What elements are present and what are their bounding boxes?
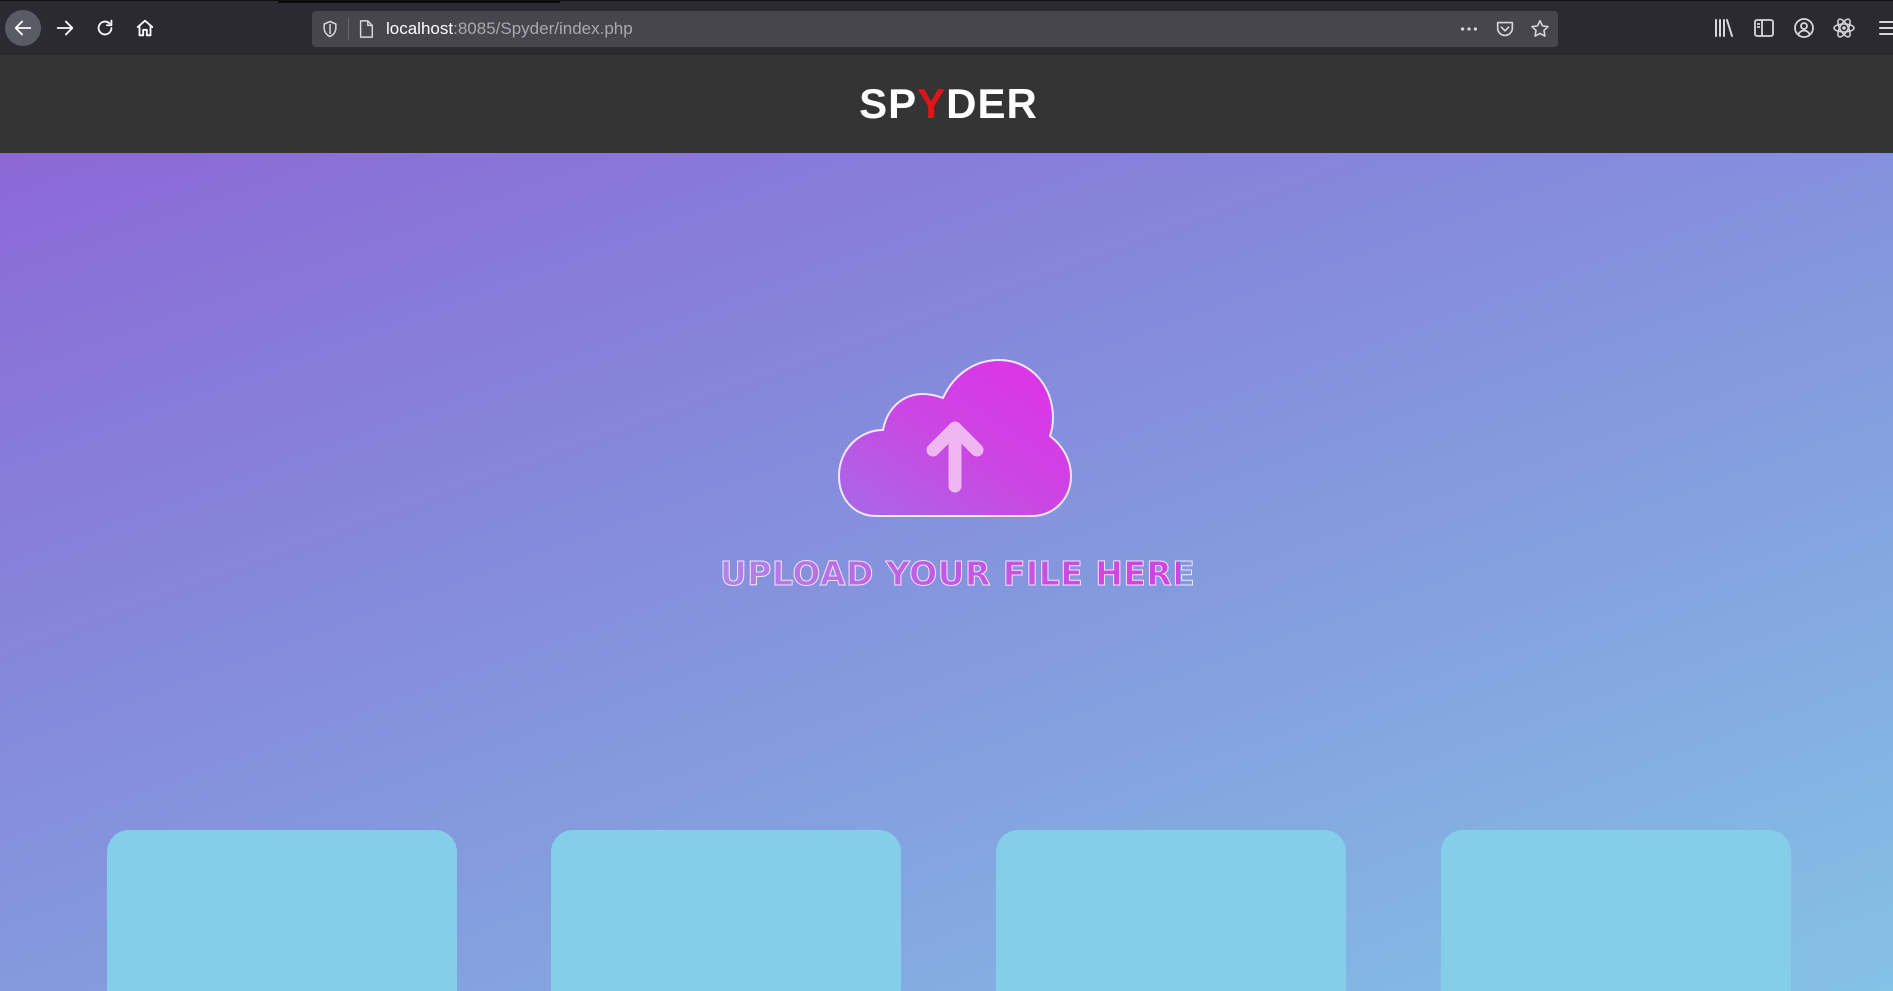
home-button[interactable]: [127, 10, 163, 46]
home-icon: [136, 19, 154, 37]
active-tab-indicator: [278, 1, 560, 3]
upload-label[interactable]: UPLOAD YOUR FILE HERE: [720, 554, 1196, 594]
logo-suffix: DER: [946, 80, 1038, 127]
reload-button[interactable]: [87, 10, 123, 46]
hamburger-menu-icon[interactable]: [1876, 16, 1893, 40]
logo-prefix: SP: [859, 80, 918, 127]
address-bar[interactable]: localhost:8085/Spyder/index.php: [312, 11, 1558, 47]
page-actions-more-icon[interactable]: [1458, 18, 1480, 40]
site-header: SPYDER: [0, 55, 1893, 153]
page-info-icon[interactable]: [357, 19, 375, 39]
main-content: UPLOAD YOUR FILE HERE: [0, 153, 1893, 991]
arrow-left-icon: [14, 20, 32, 36]
back-button[interactable]: [5, 10, 41, 46]
account-icon[interactable]: [1792, 16, 1816, 40]
arrow-right-icon: [56, 20, 74, 36]
feature-card: [996, 830, 1346, 991]
upload-dropzone[interactable]: UPLOAD YOUR FILE HERE: [720, 358, 1196, 608]
url-path: :8085/Spyder/index.php: [453, 19, 633, 38]
feature-card: [1441, 830, 1791, 991]
forward-button[interactable]: [47, 10, 83, 46]
urlbar-separator: [348, 18, 349, 40]
cloud-upload-icon[interactable]: [837, 358, 1073, 520]
browser-toolbar: localhost:8085/Spyder/index.php: [0, 0, 1893, 55]
pocket-icon[interactable]: [1494, 18, 1516, 40]
logo-accent-letter: Y: [917, 80, 947, 127]
url-host: localhost: [386, 19, 454, 38]
site-logo[interactable]: SPYDER: [859, 80, 1038, 128]
url-text[interactable]: localhost:8085/Spyder/index.php: [386, 19, 633, 39]
feature-card: [107, 830, 457, 991]
sidebar-icon[interactable]: [1752, 16, 1776, 40]
tracking-shield-icon[interactable]: [320, 19, 340, 39]
bookmark-star-icon[interactable]: [1529, 18, 1551, 40]
feature-card: [551, 830, 901, 991]
reload-icon: [97, 19, 113, 36]
library-icon[interactable]: [1712, 16, 1736, 40]
react-devtools-icon[interactable]: [1832, 16, 1856, 40]
